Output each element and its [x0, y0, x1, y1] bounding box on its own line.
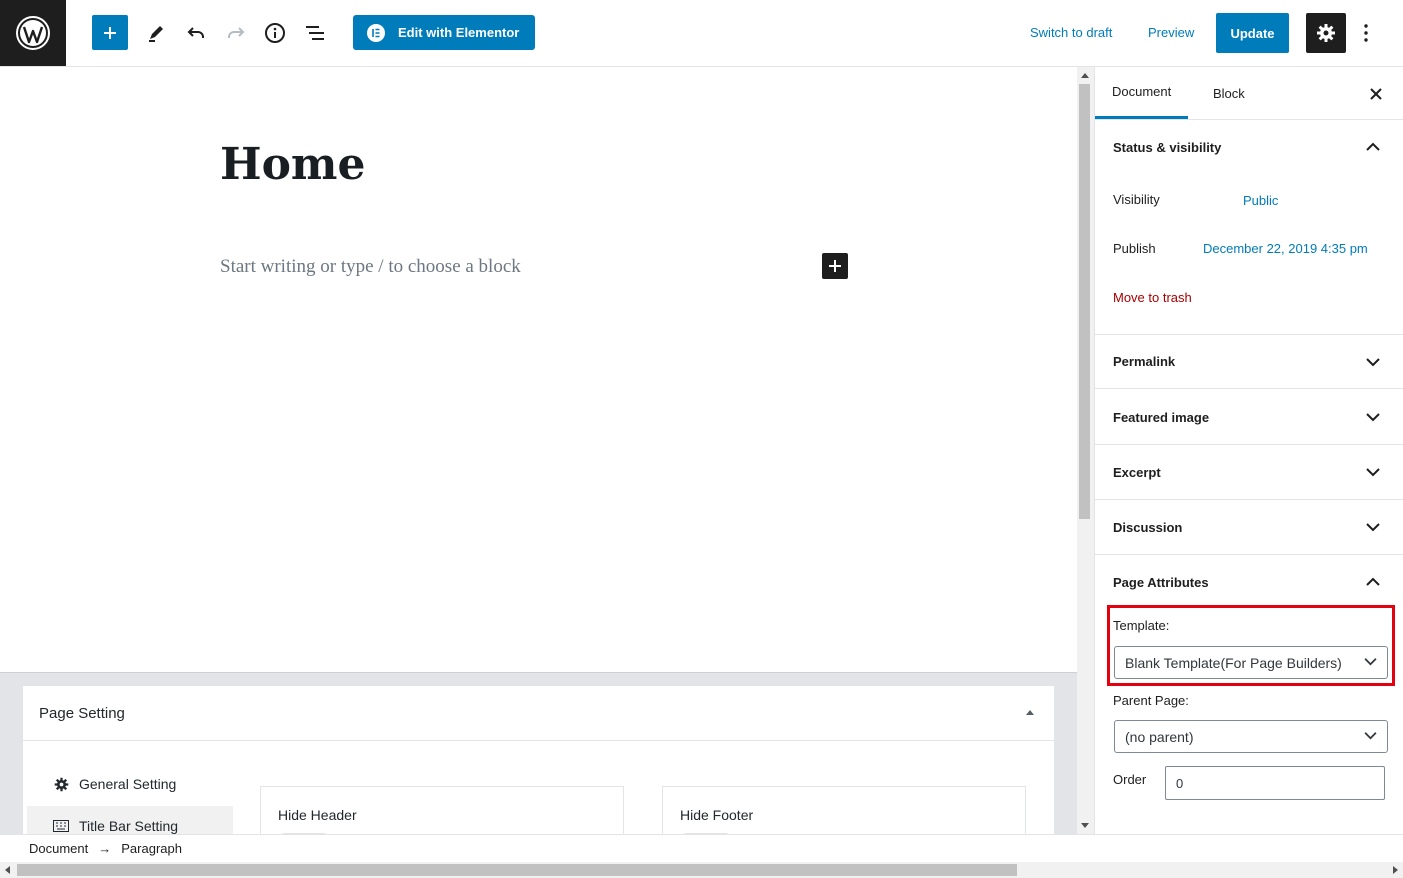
plus-icon — [829, 260, 841, 272]
field-label: Hide Footer — [680, 807, 754, 823]
chevron-up-icon — [1366, 142, 1380, 151]
top-toolbar: Edit with Elementor Switch to draft Prev… — [0, 0, 1403, 67]
horizontal-scrollbar[interactable] — [0, 862, 1403, 878]
keyboard-icon — [53, 818, 69, 834]
close-icon[interactable] — [1366, 84, 1386, 104]
breadcrumb-separator: → — [98, 841, 112, 856]
edit-with-elementor-button[interactable]: Edit with Elementor — [353, 15, 535, 50]
panel-title: Excerpt — [1113, 464, 1161, 480]
gear-icon — [1317, 24, 1335, 42]
outline-button[interactable] — [297, 15, 333, 51]
scroll-thumb[interactable] — [1079, 84, 1090, 519]
order-label: Order — [1113, 772, 1147, 787]
collapse-caret-icon[interactable] — [1026, 710, 1034, 715]
tools-button[interactable] — [138, 15, 174, 51]
panel-title: Status & visibility — [1113, 140, 1222, 155]
elementor-icon — [367, 23, 385, 42]
plus-icon — [104, 26, 116, 39]
inline-add-block-button[interactable] — [822, 253, 848, 279]
panel-featured-image[interactable]: Featured image — [1095, 390, 1403, 445]
redo-icon — [228, 27, 245, 38]
switch-to-draft-button[interactable]: Switch to draft — [1030, 25, 1112, 40]
chevron-down-icon — [1366, 358, 1380, 367]
elementor-label: Edit with Elementor — [398, 25, 520, 40]
undo-button[interactable] — [178, 15, 214, 51]
tab-label: Title Bar Setting — [79, 818, 179, 834]
breadcrumb-paragraph[interactable]: Paragraph — [121, 841, 182, 856]
wordpress-logo-icon[interactable] — [0, 0, 66, 66]
add-block-button[interactable] — [92, 15, 128, 50]
publish-date[interactable]: December 22, 2019 4:35 pm — [1203, 241, 1368, 256]
tab-general-setting[interactable]: General Setting — [27, 764, 233, 804]
panel-discussion[interactable]: Discussion — [1095, 500, 1403, 555]
move-to-trash-link[interactable]: Move to trash — [1113, 290, 1192, 305]
page-setting-title: Page Setting — [39, 704, 125, 722]
field-label: Hide Header — [278, 807, 357, 823]
pencil-icon — [149, 26, 163, 42]
parent-page-select[interactable]: (no parent) — [1114, 720, 1388, 753]
publish-label: Publish — [1113, 241, 1156, 256]
settings-sidebar: Document Block Status & visibility Visib… — [1094, 67, 1403, 834]
gear-icon — [53, 776, 69, 792]
panel-excerpt[interactable]: Excerpt — [1095, 445, 1403, 500]
editor-window: Edit with Elementor Switch to draft Prev… — [0, 0, 1403, 878]
scroll-right-icon[interactable] — [1393, 866, 1398, 874]
scroll-up-icon[interactable] — [1081, 73, 1089, 78]
undo-icon — [187, 27, 204, 38]
editor-vertical-scrollbar[interactable] — [1077, 67, 1094, 834]
parent-page-label: Parent Page: — [1113, 693, 1189, 708]
info-button[interactable] — [257, 15, 293, 51]
preview-button[interactable]: Preview — [1148, 25, 1194, 40]
tab-document[interactable]: Document — [1095, 67, 1189, 119]
settings-button[interactable] — [1306, 13, 1346, 53]
chevron-down-icon — [1366, 413, 1380, 422]
panel-permalink[interactable]: Permalink — [1095, 334, 1403, 389]
chevron-up-icon — [1366, 577, 1380, 586]
sidebar-tabs: Document Block — [1095, 67, 1403, 120]
visibility-label: Visibility — [1113, 192, 1160, 207]
info-icon — [265, 23, 285, 43]
page-setting-header[interactable]: Page Setting — [23, 686, 1054, 741]
parent-selected-value: (no parent) — [1125, 728, 1194, 745]
panel-status-visibility[interactable]: Status & visibility — [1095, 120, 1403, 175]
more-vertical-icon — [1364, 24, 1368, 42]
update-button[interactable]: Update — [1216, 13, 1289, 53]
chevron-down-icon — [1364, 732, 1377, 740]
redo-button[interactable] — [218, 15, 254, 51]
scroll-down-icon[interactable] — [1081, 823, 1089, 828]
chevron-down-icon — [1366, 468, 1380, 477]
post-title[interactable]: Home — [220, 139, 365, 190]
tab-label: General Setting — [79, 776, 177, 792]
panel-title: Page Attributes — [1113, 575, 1209, 590]
template-highlight-box — [1107, 605, 1395, 686]
list-view-icon — [306, 26, 324, 40]
panel-title: Featured image — [1113, 409, 1210, 425]
block-placeholder[interactable]: Start writing or type / to choose a bloc… — [220, 256, 521, 278]
panel-title: Permalink — [1113, 354, 1176, 369]
chevron-down-icon — [1366, 523, 1380, 532]
panel-page-attributes[interactable]: Page Attributes — [1095, 555, 1403, 610]
more-options-button[interactable] — [1354, 16, 1378, 50]
scroll-thumb[interactable] — [17, 864, 1017, 876]
order-input[interactable]: 0 — [1165, 766, 1385, 800]
tab-block[interactable]: Block — [1196, 67, 1262, 119]
panel-title: Discussion — [1113, 519, 1183, 535]
page-setting-metabox: Page Setting General Setting Title Bar S… — [22, 685, 1055, 847]
block-breadcrumb: Document → Paragraph — [0, 834, 1403, 862]
editor-canvas: Home Start writing or type / to choose a… — [0, 67, 1077, 672]
visibility-value[interactable]: Public — [1243, 193, 1278, 208]
metabox-area: Page Setting General Setting Title Bar S… — [0, 672, 1077, 847]
scroll-left-icon[interactable] — [5, 866, 10, 874]
breadcrumb-document[interactable]: Document — [29, 841, 88, 856]
